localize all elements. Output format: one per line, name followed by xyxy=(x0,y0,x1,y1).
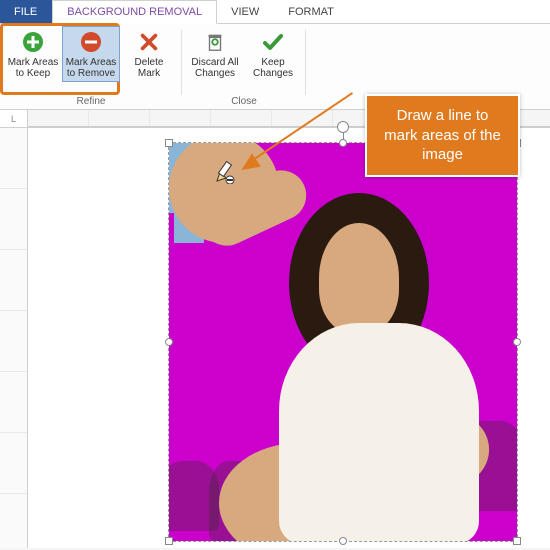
button-label: Mark xyxy=(138,68,160,79)
mark-areas-to-keep-button[interactable]: Mark Areas to Keep xyxy=(4,26,62,82)
person-torso xyxy=(279,323,479,541)
group-label-refine: Refine xyxy=(77,96,106,109)
button-label: to Remove xyxy=(67,68,115,79)
delete-x-icon xyxy=(136,29,162,55)
button-label: Changes xyxy=(253,68,293,79)
person-face xyxy=(319,223,399,333)
resize-handle-n[interactable] xyxy=(339,139,347,147)
delete-mark-button[interactable]: Delete Mark xyxy=(120,26,178,82)
ruler-vertical[interactable] xyxy=(0,128,28,548)
ruler-corner-label: L xyxy=(0,110,28,128)
button-label: Changes xyxy=(195,68,235,79)
checkmark-icon xyxy=(260,29,286,55)
resize-handle-e[interactable] xyxy=(513,338,521,346)
resize-handle-w[interactable] xyxy=(165,338,173,346)
tab-file[interactable]: FILE xyxy=(0,0,52,23)
resize-handle-sw[interactable] xyxy=(165,537,173,545)
ribbon-group-refine: Mark Areas to Keep Mark Areas to Remove xyxy=(0,24,182,109)
button-label: Mark Areas xyxy=(66,57,117,68)
discard-all-changes-button[interactable]: Discard All Changes xyxy=(186,26,244,82)
tab-background-removal[interactable]: BACKGROUND REMOVAL xyxy=(52,0,217,24)
keep-changes-button[interactable]: Keep Changes xyxy=(244,26,302,82)
group-label-close: Close xyxy=(231,96,257,109)
button-label: Delete xyxy=(135,57,164,68)
document-canvas[interactable] xyxy=(28,128,550,548)
button-label: Mark Areas xyxy=(8,57,59,68)
selected-image[interactable] xyxy=(168,142,518,542)
button-label: to Keep xyxy=(16,68,50,79)
tab-format[interactable]: FORMAT xyxy=(274,0,349,23)
button-label: Keep xyxy=(261,57,284,68)
recycle-bin-icon xyxy=(202,29,228,55)
tab-view[interactable]: VIEW xyxy=(217,0,274,23)
tutorial-callout: Draw a line to mark areas of the image xyxy=(365,94,520,177)
ribbon-group-close: Discard All Changes Keep Changes Close xyxy=(182,24,306,109)
mark-areas-to-remove-button[interactable]: Mark Areas to Remove xyxy=(62,26,120,82)
document-area xyxy=(0,128,550,548)
minus-circle-icon xyxy=(78,29,104,55)
resize-handle-se[interactable] xyxy=(513,537,521,545)
plus-circle-icon xyxy=(20,29,46,55)
button-label: Discard All xyxy=(191,57,238,68)
resize-handle-nw[interactable] xyxy=(165,139,173,147)
resize-handle-s[interactable] xyxy=(339,537,347,545)
pencil-cursor-icon xyxy=(214,160,236,182)
ribbon: Mark Areas to Keep Mark Areas to Remove xyxy=(0,24,550,110)
background-removal-mask xyxy=(169,143,517,541)
ribbon-tabs: FILE BACKGROUND REMOVAL VIEW FORMAT xyxy=(0,0,550,24)
